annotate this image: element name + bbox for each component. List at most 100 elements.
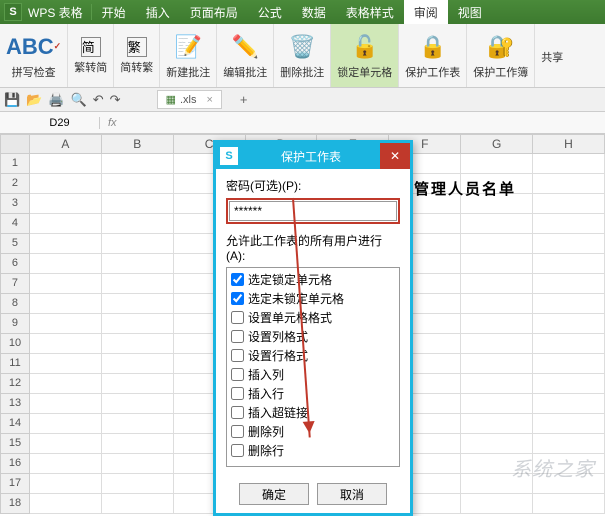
cell[interactable] bbox=[461, 214, 533, 234]
cell[interactable] bbox=[461, 394, 533, 414]
cell[interactable] bbox=[30, 254, 102, 274]
cell[interactable] bbox=[461, 314, 533, 334]
fx-icon[interactable]: fx bbox=[100, 117, 125, 129]
share-button[interactable]: 共享 bbox=[535, 24, 569, 87]
row-header[interactable]: 2 bbox=[0, 174, 30, 194]
close-file-icon[interactable]: × bbox=[206, 94, 212, 106]
cell[interactable] bbox=[30, 454, 102, 474]
cell[interactable] bbox=[461, 494, 533, 514]
cell[interactable] bbox=[30, 214, 102, 234]
redo-icon[interactable]: ↷ bbox=[110, 92, 121, 108]
row-header[interactable]: 6 bbox=[0, 254, 30, 274]
row-header[interactable]: 16 bbox=[0, 454, 30, 474]
cell[interactable] bbox=[461, 334, 533, 354]
name-box[interactable]: D29 bbox=[20, 117, 100, 129]
menu-tab-页面布局[interactable]: 页面布局 bbox=[180, 0, 248, 24]
permission-item[interactable]: 设置行格式 bbox=[229, 346, 397, 365]
cell[interactable] bbox=[30, 314, 102, 334]
spellcheck-button[interactable]: ABC✓ 拼写检查 bbox=[0, 24, 68, 87]
cancel-button[interactable]: 取消 bbox=[317, 483, 387, 505]
row-header[interactable]: 17 bbox=[0, 474, 30, 494]
cell[interactable] bbox=[102, 234, 174, 254]
cell[interactable] bbox=[533, 314, 605, 334]
column-header[interactable]: B bbox=[102, 134, 174, 154]
permission-item[interactable]: 插入行 bbox=[229, 384, 397, 403]
column-header[interactable]: A bbox=[30, 134, 102, 154]
row-header[interactable]: 8 bbox=[0, 294, 30, 314]
cell[interactable] bbox=[461, 374, 533, 394]
cell[interactable] bbox=[461, 154, 533, 174]
edit-comment-button[interactable]: ✏️ 编辑批注 bbox=[217, 24, 274, 87]
permission-item[interactable]: 选定未锁定单元格 bbox=[229, 289, 397, 308]
cell[interactable] bbox=[533, 334, 605, 354]
permission-checkbox[interactable] bbox=[231, 349, 244, 362]
menu-tab-审阅[interactable]: 审阅 bbox=[404, 0, 448, 24]
preview-icon[interactable]: 🔍 bbox=[71, 92, 87, 108]
trad-to-simp-button[interactable]: 繁 简转繁 bbox=[114, 24, 160, 87]
menu-tab-数据[interactable]: 数据 bbox=[292, 0, 336, 24]
cell[interactable] bbox=[102, 174, 174, 194]
permission-item[interactable]: 删除列 bbox=[229, 422, 397, 441]
cell[interactable] bbox=[533, 234, 605, 254]
cell[interactable] bbox=[102, 374, 174, 394]
file-tab[interactable]: ▦ .xls × bbox=[157, 90, 222, 109]
permission-checkbox[interactable] bbox=[231, 406, 244, 419]
row-header[interactable]: 10 bbox=[0, 334, 30, 354]
row-header[interactable]: 14 bbox=[0, 414, 30, 434]
protect-sheet-button[interactable]: 🔒 保护工作表 bbox=[399, 24, 467, 87]
cell[interactable] bbox=[30, 294, 102, 314]
cell[interactable] bbox=[102, 314, 174, 334]
cell[interactable] bbox=[533, 494, 605, 514]
cell[interactable] bbox=[102, 294, 174, 314]
cell[interactable] bbox=[30, 394, 102, 414]
ok-button[interactable]: 确定 bbox=[239, 483, 309, 505]
permission-checkbox[interactable] bbox=[231, 368, 244, 381]
cell[interactable] bbox=[533, 274, 605, 294]
undo-icon[interactable]: ↶ bbox=[93, 92, 104, 108]
password-input[interactable] bbox=[229, 201, 397, 221]
permission-item[interactable]: 删除行 bbox=[229, 441, 397, 460]
menu-tab-公式[interactable]: 公式 bbox=[248, 0, 292, 24]
add-tab-button[interactable]: + bbox=[232, 92, 256, 107]
cell[interactable] bbox=[102, 154, 174, 174]
select-all-corner[interactable] bbox=[0, 134, 30, 154]
cell[interactable] bbox=[102, 474, 174, 494]
permission-checkbox[interactable] bbox=[231, 387, 244, 400]
cell[interactable] bbox=[533, 294, 605, 314]
cell[interactable] bbox=[461, 234, 533, 254]
cell[interactable] bbox=[533, 254, 605, 274]
permission-item[interactable]: 插入列 bbox=[229, 365, 397, 384]
permission-checkbox[interactable] bbox=[231, 330, 244, 343]
cell[interactable] bbox=[30, 334, 102, 354]
column-header[interactable]: H bbox=[533, 134, 605, 154]
cell[interactable] bbox=[533, 154, 605, 174]
row-header[interactable]: 4 bbox=[0, 214, 30, 234]
cell[interactable] bbox=[461, 414, 533, 434]
cell[interactable] bbox=[102, 494, 174, 514]
menu-tab-插入[interactable]: 插入 bbox=[136, 0, 180, 24]
cell[interactable] bbox=[30, 374, 102, 394]
cell[interactable] bbox=[30, 434, 102, 454]
row-header[interactable]: 3 bbox=[0, 194, 30, 214]
cell[interactable] bbox=[533, 354, 605, 374]
cell[interactable] bbox=[30, 174, 102, 194]
cell[interactable] bbox=[30, 474, 102, 494]
cell[interactable] bbox=[102, 394, 174, 414]
cell[interactable] bbox=[30, 234, 102, 254]
column-header[interactable]: G bbox=[461, 134, 533, 154]
row-header[interactable]: 15 bbox=[0, 434, 30, 454]
row-header[interactable]: 13 bbox=[0, 394, 30, 414]
cell[interactable] bbox=[30, 494, 102, 514]
cell[interactable] bbox=[461, 254, 533, 274]
row-header[interactable]: 9 bbox=[0, 314, 30, 334]
cell[interactable] bbox=[102, 254, 174, 274]
cell[interactable] bbox=[102, 414, 174, 434]
menu-tab-视图[interactable]: 视图 bbox=[448, 0, 492, 24]
menu-tab-开始[interactable]: 开始 bbox=[92, 0, 136, 24]
permission-item[interactable]: 设置列格式 bbox=[229, 327, 397, 346]
simp-to-trad-button[interactable]: 简 繁转简 bbox=[68, 24, 114, 87]
permissions-list[interactable]: 选定锁定单元格选定未锁定单元格设置单元格格式设置列格式设置行格式插入列插入行插入… bbox=[226, 267, 400, 467]
row-header[interactable]: 1 bbox=[0, 154, 30, 174]
row-header[interactable]: 12 bbox=[0, 374, 30, 394]
cell[interactable] bbox=[533, 214, 605, 234]
